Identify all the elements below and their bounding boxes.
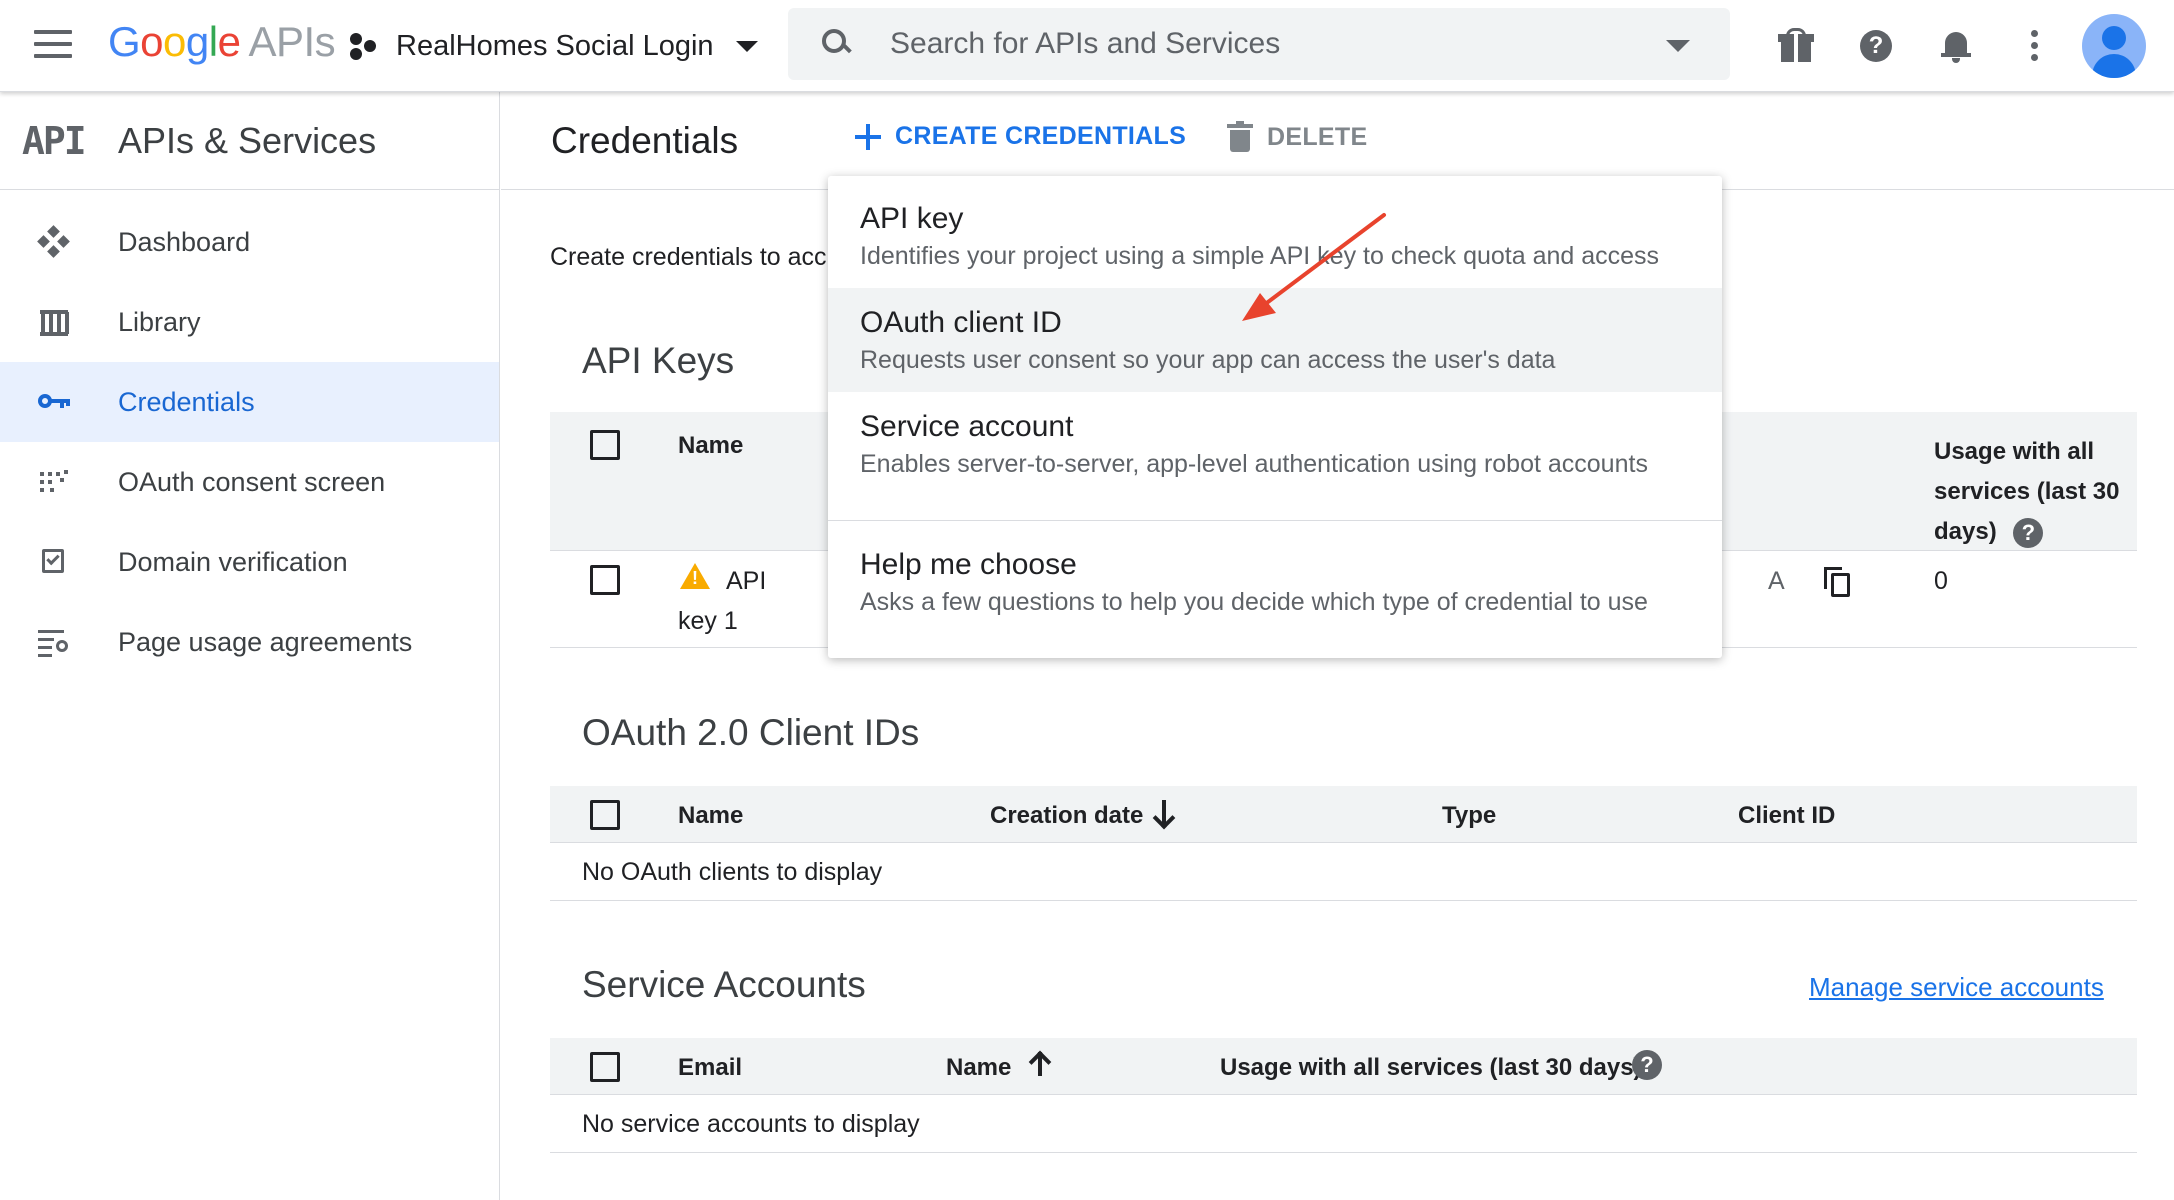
menu-divider [828, 520, 1722, 521]
menu-item-description: Identifies your project using a simple A… [860, 242, 1660, 270]
search-input[interactable] [890, 27, 1650, 61]
sidebar-item-page-usage[interactable]: Page usage agreements [0, 602, 499, 682]
notifications-icon[interactable] [1938, 28, 1974, 64]
trash-icon [1227, 121, 1253, 152]
empty-message: No OAuth clients to display [582, 858, 883, 886]
empty-row: No service accounts to display [550, 1095, 2137, 1153]
sidebar-item-label: Credentials [118, 386, 255, 417]
warning-icon: ! [680, 563, 710, 589]
account-avatar[interactable] [2082, 14, 2146, 78]
truncated-cell: A [1768, 567, 1785, 595]
dashboard-icon [37, 225, 70, 258]
service-accounts-table: Email Name Usage with all services (last… [550, 1038, 2137, 1153]
empty-message: No service accounts to display [582, 1110, 920, 1138]
sidebar-item-library[interactable]: Library [0, 282, 499, 362]
empty-row: No OAuth clients to display [550, 843, 2137, 901]
row-checkbox[interactable] [590, 565, 620, 595]
menu-item-title: Service account [860, 410, 1074, 443]
domain-verification-icon [38, 546, 70, 578]
column-header-creation-date[interactable]: Creation date [990, 802, 1143, 830]
page-title: Credentials [551, 120, 739, 161]
create-credentials-label: CREATE CREDENTIALS [895, 122, 1187, 150]
menu-item-description: Enables server-to-server, app-level auth… [860, 450, 1648, 478]
column-header-type[interactable]: Type [1442, 802, 1496, 830]
oauth-consent-icon [38, 466, 70, 498]
column-header-name: Name [678, 432, 744, 459]
sidebar-item-credentials[interactable]: Credentials [0, 362, 499, 442]
sidebar-item-dashboard[interactable]: Dashboard [0, 202, 499, 282]
menu-item-description: Asks a few questions to help you decide … [860, 588, 1648, 616]
help-icon[interactable]: ? [1858, 28, 1894, 64]
column-header-client-id[interactable]: Client ID [1738, 802, 1835, 830]
sidebar-item-label: Domain verification [118, 546, 348, 577]
service-accounts-title: Service Accounts [582, 964, 866, 1005]
project-name: RealHomes Social Login [396, 29, 714, 62]
select-all-checkbox[interactable] [590, 1052, 620, 1082]
chevron-down-icon [735, 40, 758, 52]
project-icon [348, 31, 378, 61]
column-header-name[interactable]: Name [946, 1054, 1011, 1082]
top-app-bar: GoogleAPIs RealHomes Social Login ? [0, 0, 2174, 92]
select-all-checkbox[interactable] [590, 800, 620, 830]
sidebar-item-label: Page usage agreements [118, 626, 413, 657]
more-vert-icon[interactable] [2016, 28, 2052, 64]
key-icon [38, 386, 70, 418]
api-key-name-line2[interactable]: key 1 [678, 607, 738, 636]
page-usage-icon [38, 626, 70, 658]
api-key-usage: 0 [1934, 567, 1948, 595]
column-header-usage: Usage with all services (last 30 days) [1220, 1054, 1642, 1081]
oauth-clients-title: OAuth 2.0 Client IDs [582, 712, 920, 753]
sidebar-item-label: OAuth consent screen [118, 466, 386, 497]
delete-label: DELETE [1267, 122, 1368, 151]
intro-text: Create credentials to acc [550, 243, 827, 271]
api-logo: API [22, 118, 87, 163]
create-credentials-button[interactable]: CREATE CREDENTIALS [855, 122, 1186, 151]
project-selector[interactable]: RealHomes Social Login [348, 24, 758, 68]
delete-button[interactable]: DELETE [1227, 121, 1368, 152]
menu-item-title: OAuth client ID [860, 306, 1062, 339]
menu-item-help-me-choose[interactable]: Help me choose Asks a few questions to h… [828, 530, 1722, 634]
menu-item-oauth-client-id[interactable]: OAuth client ID Requests user consent so… [828, 288, 1722, 392]
api-keys-title: API Keys [582, 340, 735, 381]
sidebar-item-label: Library [118, 306, 201, 337]
gift-icon[interactable] [1778, 28, 1814, 64]
library-icon [38, 306, 70, 338]
help-icon[interactable]: ? [2013, 517, 2044, 548]
plus-icon [855, 123, 881, 150]
sort-descending-icon[interactable] [1152, 798, 1176, 828]
menu-item-service-account[interactable]: Service account Enables server-to-server… [828, 392, 1722, 496]
api-key-name[interactable]: API [726, 567, 766, 596]
select-all-checkbox[interactable] [590, 430, 620, 460]
copy-icon[interactable] [1824, 567, 1850, 597]
column-header-email[interactable]: Email [678, 1054, 742, 1082]
create-credentials-menu: API key Identifies your project using a … [828, 176, 1722, 658]
sidebar-item-label: Dashboard [118, 226, 251, 257]
menu-item-title: API key [860, 202, 964, 235]
table-header: Name Creation date Type Client ID [550, 786, 2137, 843]
sidebar: API APIs & Services Dashboard Library Cr… [0, 92, 500, 1200]
oauth-clients-table: Name Creation date Type Client ID No OAu… [550, 786, 2137, 901]
menu-item-title: Help me choose [860, 548, 1077, 581]
help-icon[interactable]: ? [1632, 1050, 1662, 1080]
search-options-icon[interactable] [1666, 40, 1690, 52]
column-header-name[interactable]: Name [678, 802, 743, 830]
column-header-usage: Usage with all services (last 30 days) ? [1934, 432, 2119, 552]
menu-item-api-key[interactable]: API key Identifies your project using a … [828, 184, 1722, 288]
menu-icon[interactable] [34, 30, 72, 60]
search-bar[interactable] [788, 8, 1730, 80]
sidebar-item-domain-verification[interactable]: Domain verification [0, 522, 499, 602]
menu-item-description: Requests user consent so your app can ac… [860, 346, 1556, 374]
sidebar-header: API APIs & Services [0, 92, 499, 190]
google-apis-logo[interactable]: Google APIs [108, 18, 336, 66]
manage-service-accounts-link[interactable]: Manage service accounts [1809, 972, 2104, 1003]
table-header: Email Name Usage with all services (last… [550, 1038, 2137, 1095]
sort-ascending-icon[interactable] [1028, 1050, 1052, 1080]
sidebar-item-oauth-consent[interactable]: OAuth consent screen [0, 442, 499, 522]
search-icon[interactable] [822, 29, 852, 59]
sidebar-title: APIs & Services [118, 119, 377, 161]
